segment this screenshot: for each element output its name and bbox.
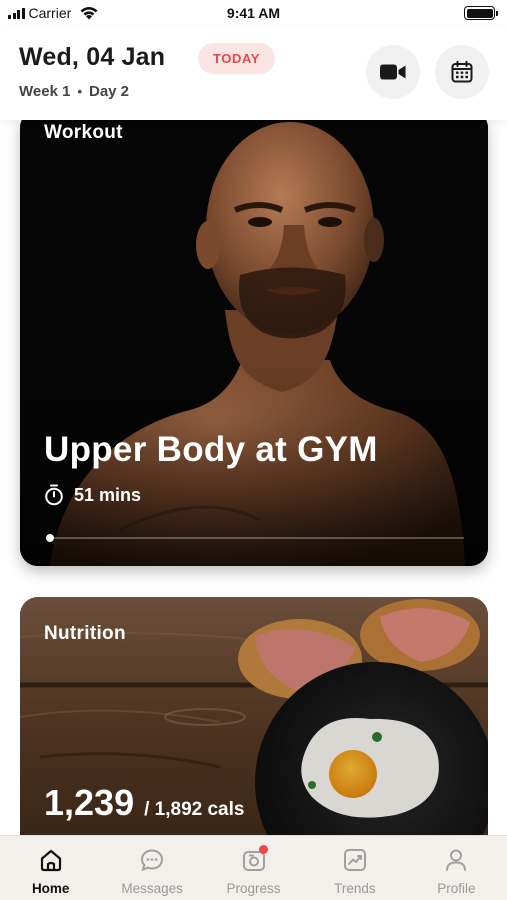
tab-label: Messages <box>121 881 183 896</box>
video-camera-icon <box>380 64 406 80</box>
chat-bubble-icon <box>141 849 164 872</box>
separator-dot: • <box>77 84 82 99</box>
tab-label: Home <box>31 881 70 896</box>
carrier-name: Carrier <box>28 5 72 21</box>
day-label: Day 2 <box>89 83 130 100</box>
calorie-summary: 1,239 / 1,892 cals <box>44 782 244 824</box>
nutrition-card[interactable]: Nutrition 1,239 / 1,892 cals <box>20 597 488 835</box>
tab-home[interactable]: Home <box>0 836 101 900</box>
stopwatch-icon <box>45 484 63 506</box>
tab-label: Trends <box>334 881 376 896</box>
tab-progress[interactable]: Progress <box>203 836 304 900</box>
week-day-line: Week 1 • Day 2 <box>19 83 129 100</box>
battery-icon <box>464 6 498 20</box>
status-time: 9:41 AM <box>226 5 281 21</box>
date-title: Wed, 04 Jan <box>19 43 166 71</box>
tab-profile[interactable]: Profile <box>406 836 507 900</box>
trend-chart-icon <box>343 849 366 871</box>
workout-title: Upper Body at GYM <box>44 430 378 469</box>
today-button[interactable]: TODAY <box>198 43 276 74</box>
week-label: Week 1 <box>19 83 71 100</box>
workout-duration: 51 mins <box>44 484 141 506</box>
tab-messages[interactable]: Messages <box>101 836 202 900</box>
workout-label: Workout <box>44 122 123 143</box>
video-call-button[interactable] <box>366 45 420 99</box>
workout-card[interactable]: Workout Upper Body at GYM 51 mins <box>20 120 488 566</box>
duration-text: 51 mins <box>74 484 142 505</box>
wifi-icon <box>80 7 98 20</box>
calories-goal: / 1,892 cals <box>144 799 245 820</box>
workout-progress-bar <box>46 534 464 542</box>
tab-label: Profile <box>437 881 476 896</box>
calories-consumed: 1,239 <box>44 782 135 823</box>
day-header: Wed, 04 Jan TODAY Week 1 • Day 2 <box>0 26 507 120</box>
notification-badge <box>258 845 268 854</box>
calendar-icon <box>451 60 473 83</box>
feed[interactable]: Workout Upper Body at GYM 51 mins Nutrit… <box>0 120 507 835</box>
user-icon <box>446 849 467 871</box>
calendar-button[interactable] <box>435 45 489 99</box>
tab-trends[interactable]: Trends <box>304 836 405 900</box>
cellular-signal-icon <box>8 7 25 19</box>
status-bar: Carrier 9:41 AM <box>0 0 507 26</box>
home-icon <box>40 849 61 872</box>
nutrition-label: Nutrition <box>44 623 126 644</box>
bottom-tab-bar: Home Messages Progress Trends Profile <box>0 835 507 900</box>
tab-label: Progress <box>226 881 281 896</box>
